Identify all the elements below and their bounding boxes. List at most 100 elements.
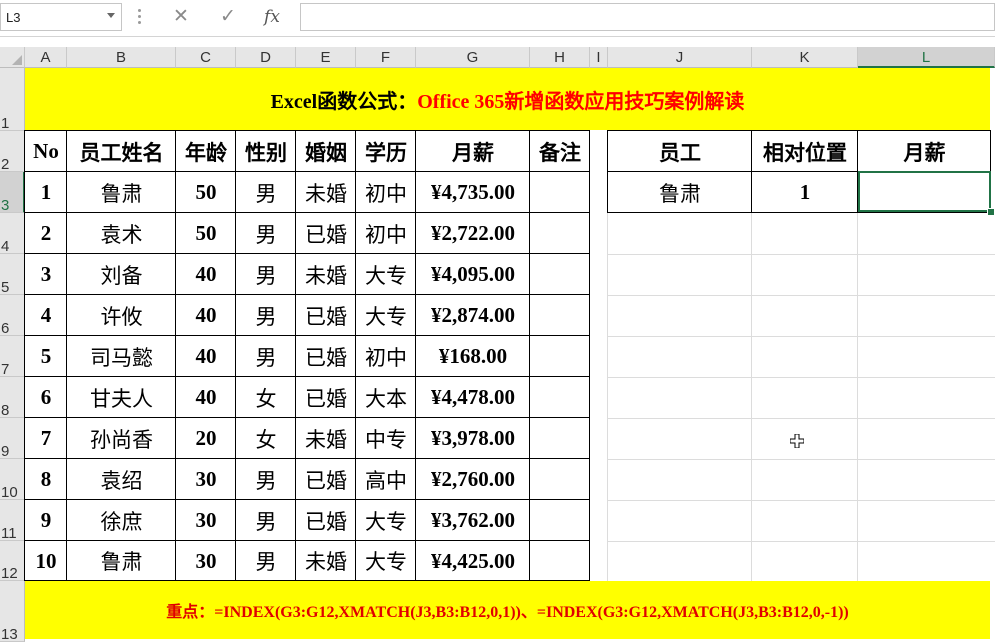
row-header-7[interactable]: 7 (0, 336, 25, 378)
cell-gender[interactable]: 男 (236, 254, 296, 295)
column-header-e[interactable]: E (296, 47, 356, 68)
cell-notes[interactable] (530, 213, 590, 254)
cell-age[interactable]: 30 (176, 500, 236, 541)
cell-age[interactable]: 50 (176, 172, 236, 213)
cell-name[interactable]: 鲁肃 (67, 541, 176, 581)
cell-education[interactable]: 大专 (356, 541, 416, 581)
cell-marital[interactable]: 已婚 (296, 377, 356, 418)
column-header-i[interactable]: I (590, 47, 608, 68)
header-notes[interactable]: 备注 (530, 131, 590, 172)
header-salary[interactable]: 月薪 (416, 131, 530, 172)
fill-handle[interactable] (987, 208, 995, 216)
cell-gender[interactable]: 男 (236, 213, 296, 254)
cell-name[interactable]: 甘夫人 (67, 377, 176, 418)
cell-marital[interactable]: 已婚 (296, 459, 356, 500)
row-header-10[interactable]: 10 (0, 459, 25, 501)
header-gender[interactable]: 性别 (236, 131, 296, 172)
header-age[interactable]: 年龄 (176, 131, 236, 172)
cell-marital[interactable]: 已婚 (296, 295, 356, 336)
cell-no[interactable]: 6 (25, 377, 67, 418)
column-header-a[interactable]: A (25, 47, 67, 68)
cell-notes[interactable] (530, 541, 590, 581)
cell-name[interactable]: 司马懿 (67, 336, 176, 377)
cell-education[interactable]: 大专 (356, 254, 416, 295)
header-education[interactable]: 学历 (356, 131, 416, 172)
cell-notes[interactable] (530, 418, 590, 459)
name-box[interactable]: L3 (0, 3, 122, 31)
cell-salary[interactable]: ¥4,478.00 (416, 377, 530, 418)
header-name[interactable]: 员工姓名 (67, 131, 176, 172)
header-no[interactable]: No (25, 131, 67, 172)
cell-salary[interactable]: ¥4,095.00 (416, 254, 530, 295)
cell-education[interactable]: 初中 (356, 172, 416, 213)
cell-name[interactable]: 孙尚香 (67, 418, 176, 459)
cell-salary[interactable]: ¥2,722.00 (416, 213, 530, 254)
cell-education[interactable]: 初中 (356, 336, 416, 377)
cell-gender[interactable]: 男 (236, 172, 296, 213)
cell-age[interactable]: 40 (176, 336, 236, 377)
cell-no[interactable]: 10 (25, 541, 67, 581)
cell-salary[interactable]: ¥168.00 (416, 336, 530, 377)
row-header-11[interactable]: 11 (0, 500, 25, 542)
cell-notes[interactable] (530, 172, 590, 213)
cell-marital[interactable]: 未婚 (296, 254, 356, 295)
cell-age[interactable]: 30 (176, 459, 236, 500)
column-header-g[interactable]: G (416, 47, 530, 68)
enter-icon[interactable]: ✓ (214, 4, 242, 30)
cancel-icon[interactable]: ✕ (167, 4, 195, 30)
lookup-header-employee[interactable]: 员工 (608, 131, 752, 172)
cell-education[interactable]: 初中 (356, 213, 416, 254)
row-header-2[interactable]: 2 (0, 131, 25, 173)
cell-name[interactable]: 徐庶 (67, 500, 176, 541)
cell-gender[interactable]: 男 (236, 295, 296, 336)
column-header-k[interactable]: K (752, 47, 858, 68)
cell-salary[interactable]: ¥2,760.00 (416, 459, 530, 500)
cell-education[interactable]: 高中 (356, 459, 416, 500)
cell-age[interactable]: 40 (176, 377, 236, 418)
active-cell-l3[interactable] (858, 171, 991, 212)
lookup-header-position[interactable]: 相对位置 (752, 131, 858, 172)
cell-salary[interactable]: ¥2,874.00 (416, 295, 530, 336)
cell-age[interactable]: 50 (176, 213, 236, 254)
column-header-l[interactable]: L (858, 47, 995, 68)
cell-marital[interactable]: 未婚 (296, 418, 356, 459)
cell-name[interactable]: 鲁肃 (67, 172, 176, 213)
cell-notes[interactable] (530, 377, 590, 418)
cell-gender[interactable]: 男 (236, 459, 296, 500)
cell-notes[interactable] (530, 254, 590, 295)
cell-name[interactable]: 袁绍 (67, 459, 176, 500)
cell-education[interactable]: 大本 (356, 377, 416, 418)
column-header-b[interactable]: B (67, 47, 176, 68)
column-header-f[interactable]: F (356, 47, 416, 68)
lookup-position-value[interactable]: 1 (752, 172, 858, 213)
row-header-12[interactable]: 12 (0, 541, 25, 582)
cell-salary[interactable]: ¥4,735.00 (416, 172, 530, 213)
chevron-down-icon[interactable] (107, 13, 115, 18)
row-header-3[interactable]: 3 (0, 172, 25, 214)
lookup-employee-value[interactable]: 鲁肃 (608, 172, 752, 213)
cell-notes[interactable] (530, 336, 590, 377)
cell-gender[interactable]: 男 (236, 500, 296, 541)
row-header-8[interactable]: 8 (0, 377, 25, 419)
cell-no[interactable]: 7 (25, 418, 67, 459)
cell-name[interactable]: 许攸 (67, 295, 176, 336)
cell-gender[interactable]: 女 (236, 377, 296, 418)
header-marital[interactable]: 婚姻 (296, 131, 356, 172)
column-header-j[interactable]: J (608, 47, 752, 68)
cell-no[interactable]: 1 (25, 172, 67, 213)
cell-age[interactable]: 40 (176, 254, 236, 295)
insert-function-icon[interactable]: fx (258, 4, 286, 30)
select-all-button[interactable] (0, 47, 25, 68)
cell-notes[interactable] (530, 459, 590, 500)
cell-name[interactable]: 刘备 (67, 254, 176, 295)
cell-gender[interactable]: 女 (236, 418, 296, 459)
cell-no[interactable]: 2 (25, 213, 67, 254)
cell-salary[interactable]: ¥4,425.00 (416, 541, 530, 581)
cell-gender[interactable]: 男 (236, 541, 296, 581)
cell-no[interactable]: 5 (25, 336, 67, 377)
row-header-13[interactable]: 13 (0, 581, 25, 643)
cell-education[interactable]: 中专 (356, 418, 416, 459)
cell-education[interactable]: 大专 (356, 500, 416, 541)
row-header-4[interactable]: 4 (0, 213, 25, 255)
cell-no[interactable]: 3 (25, 254, 67, 295)
